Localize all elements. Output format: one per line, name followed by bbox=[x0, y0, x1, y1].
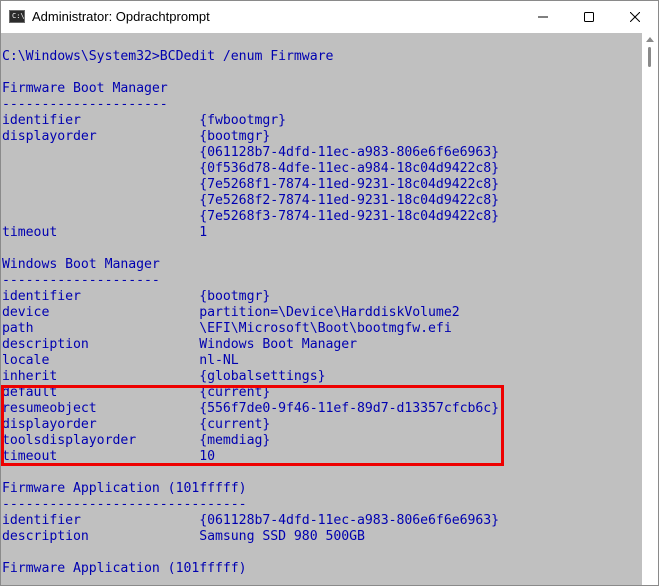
console-line: ------------------------------- bbox=[2, 497, 247, 512]
console-line: Firmware Application (101fffff) bbox=[2, 561, 247, 576]
console-line: displayorder {bootmgr} bbox=[2, 129, 271, 144]
console-line: description Windows Boot Manager bbox=[2, 337, 358, 352]
console-line: default {current} bbox=[2, 385, 271, 400]
console-line: {7e5268f1-7874-11ed-9231-18c04d9422c8} bbox=[2, 177, 500, 192]
console-line: path \EFI\Microsoft\Boot\bootmgfw.efi bbox=[2, 321, 452, 336]
console-line: identifier {fwbootmgr} bbox=[2, 113, 287, 128]
console-output-area[interactable]: C:\Windows\System32>BCDedit /enum Firmwa… bbox=[1, 33, 642, 585]
window-title: Administrator: Opdrachtprompt bbox=[32, 9, 210, 24]
console-line: {7e5268f2-7874-11ed-9231-18c04d9422c8} bbox=[2, 193, 500, 208]
console-line: description Samsung SSD 980 500GB bbox=[2, 529, 365, 544]
title-bar[interactable]: C:\ Administrator: Opdrachtprompt bbox=[1, 1, 658, 33]
close-button[interactable] bbox=[612, 1, 658, 33]
maximize-button[interactable] bbox=[566, 1, 612, 33]
console-line: Firmware Boot Manager bbox=[2, 81, 168, 96]
console-line: Firmware Application (101fffff) bbox=[2, 481, 247, 496]
console-line: timeout 1 bbox=[2, 225, 208, 240]
scroll-up-arrow-icon[interactable] bbox=[646, 37, 654, 42]
console-line: identifier {bootmgr} bbox=[2, 289, 271, 304]
terminal-app-icon: C:\ bbox=[9, 10, 25, 23]
console-line: C:\Windows\System32>BCDedit /enum Firmwa… bbox=[2, 49, 334, 64]
console-line: inherit {globalsettings} bbox=[2, 369, 326, 384]
console-line: displayorder {current} bbox=[2, 417, 271, 432]
vertical-scrollbar[interactable] bbox=[642, 33, 658, 585]
console-line: {0f536d78-4dfe-11ec-a984-18c04d9422c8} bbox=[2, 161, 500, 176]
app-icon-glyph: C:\ bbox=[12, 12, 25, 20]
console-line: -------------------- bbox=[2, 273, 160, 288]
minimize-icon bbox=[538, 16, 548, 18]
minimize-button[interactable] bbox=[520, 1, 566, 33]
command-prompt-window: C:\ Administrator: Opdrachtprompt C:\Win… bbox=[0, 0, 659, 586]
console-text[interactable]: C:\Windows\System32>BCDedit /enum Firmwa… bbox=[2, 49, 499, 577]
console-line: {7e5268f3-7874-11ed-9231-18c04d9422c8} bbox=[2, 209, 500, 224]
console-line: toolsdisplayorder {memdiag} bbox=[2, 433, 271, 448]
console-line: resumeobject {556f7de0-9f46-11ef-89d7-d1… bbox=[2, 401, 500, 416]
console-line: timeout 10 bbox=[2, 449, 216, 464]
close-icon bbox=[630, 12, 640, 22]
maximize-icon bbox=[584, 12, 594, 22]
console-line: {061128b7-4dfd-11ec-a983-806e6f6e6963} bbox=[2, 145, 500, 160]
scrollbar-thumb[interactable] bbox=[648, 47, 651, 67]
console-line: identifier {061128b7-4dfd-11ec-a983-806e… bbox=[2, 513, 500, 528]
console-line: Windows Boot Manager bbox=[2, 257, 160, 272]
console-line: locale nl-NL bbox=[2, 353, 239, 368]
console-line: device partition=\Device\HarddiskVolume2 bbox=[2, 305, 460, 320]
console-line: --------------------- bbox=[2, 97, 168, 112]
